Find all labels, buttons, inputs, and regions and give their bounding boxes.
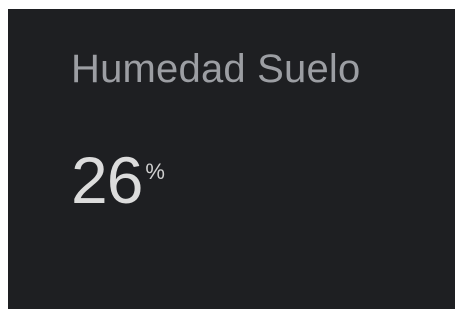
percent-unit: % bbox=[145, 159, 165, 184]
card-title: Humedad Suelo bbox=[71, 47, 361, 91]
moisture-value: 26 bbox=[71, 143, 143, 217]
soil-moisture-card: Humedad Suelo 26 % bbox=[8, 9, 455, 309]
reading-display: 26 % bbox=[71, 141, 165, 219]
screenshot-frame: Humedad Suelo 26 % bbox=[0, 0, 463, 317]
